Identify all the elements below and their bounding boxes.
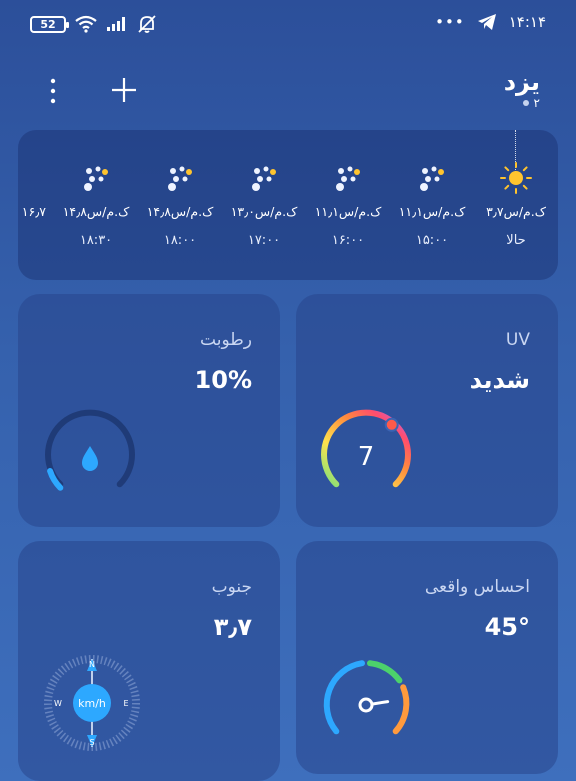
header: یزد ۲ <box>0 60 576 120</box>
feels-like-mild-arc <box>367 660 403 684</box>
hourly-item: ۱۱٫۱ک.م/س ۱۵:۰۰ <box>390 160 474 248</box>
hourly-item: ۱۴٫۸ک.م/س ۱۸:۰۰ <box>138 160 222 248</box>
hourly-wind-speed: ۳٫۷ک.م/س <box>486 204 546 219</box>
sun-icon <box>474 160 558 196</box>
hourly-time: ۱۷:۰۰ <box>247 233 281 248</box>
hourly-item: ۳٫۷ک.م/س حالا <box>474 160 558 248</box>
night-partly-icon <box>222 160 306 196</box>
hourly-item: ۱۶٫۷ <box>18 160 54 219</box>
compass-e: E <box>123 699 128 708</box>
hourly-wind-speed: ۱۴٫۸ک.م/س <box>62 204 130 219</box>
night-partly-icon <box>306 160 390 196</box>
page-dot <box>522 100 529 106</box>
uv-card[interactable]: UV شدید 7 <box>296 294 558 527</box>
uv-title: UV <box>505 330 530 350</box>
more-dots: ••• <box>435 13 465 31</box>
hourly-wind-speed: ۱۳٫۰ک.م/س <box>230 204 298 219</box>
water-drop-icon <box>82 446 98 471</box>
more-vertical-icon <box>50 78 56 104</box>
city-pager: ۲ <box>522 96 540 110</box>
wind-speed-value: ۳٫۷ <box>213 613 252 641</box>
night-partly-icon <box>54 160 138 196</box>
compass-n: N <box>89 660 95 669</box>
hourly-forecast[interactable]: ۳٫۷ک.م/س حالا ۱۱٫۱ک.م/س ۱۵:۰۰ ۱۱٫۱ک.م/س … <box>18 130 558 280</box>
compass-w: W <box>54 699 62 708</box>
feels-like-card[interactable]: احساس واقعی 45° <box>296 541 558 774</box>
humidity-value: 10% <box>194 366 252 394</box>
telegram-icon <box>477 14 496 30</box>
hourly-time: ۱۶:۰۰ <box>331 233 365 248</box>
uv-gauge: 7 <box>321 409 411 488</box>
add-city-button[interactable] <box>106 72 142 108</box>
feels-like-needle <box>358 697 390 713</box>
uv-value: شدید <box>469 366 530 394</box>
city-index: ۲ <box>533 96 540 110</box>
uv-index: 7 <box>358 442 375 472</box>
status-right: ••• ۱۴:۱۴ <box>435 13 546 31</box>
hourly-wind-speed: ۱۱٫۱ک.م/س <box>314 204 382 219</box>
menu-button[interactable] <box>38 74 68 108</box>
hourly-item: ۱۴٫۸ک.م/س ۱۸:۳۰ <box>54 160 138 248</box>
hourly-item: ۱۳٫۰ک.م/س ۱۷:۰۰ <box>222 160 306 248</box>
night-partly-icon <box>138 160 222 196</box>
hourly-wind-speed: ۱۶٫۷ <box>21 204 46 219</box>
muted-notification-icon <box>138 15 156 33</box>
compass: N S W E km/h <box>44 655 140 751</box>
humidity-gauge <box>45 409 135 491</box>
compass-s: S <box>89 738 94 747</box>
feels-like-cold-arc <box>323 660 365 735</box>
plus-icon <box>112 78 136 102</box>
feels-like-value: 45° <box>484 613 530 641</box>
status-left: 52 <box>30 14 158 34</box>
hourly-time: ۱۸:۳۰ <box>79 233 113 248</box>
wifi-icon <box>75 15 97 33</box>
hourly-item: ۱۱٫۱ک.م/س ۱۶:۰۰ <box>306 160 390 248</box>
hourly-time: ۱۸:۰۰ <box>163 233 197 248</box>
hourly-time: حالا <box>506 233 526 248</box>
humidity-card[interactable]: رطوبت 10% <box>18 294 280 527</box>
feels-like-gauge <box>323 660 410 735</box>
wind-unit: km/h <box>78 697 106 710</box>
uv-indicator <box>384 417 399 432</box>
battery-icon: 52 <box>30 15 69 33</box>
clock: ۱۴:۱۴ <box>508 13 546 31</box>
city-name[interactable]: یزد <box>504 68 540 96</box>
night-partly-icon <box>390 160 474 196</box>
wind-card[interactable]: جنوب ۳٫۷ N S W E km/h <box>18 541 280 781</box>
status-bar: 52 ••• ۱۴:۱۴ <box>0 0 576 50</box>
humidity-title: رطوبت <box>200 330 252 350</box>
feels-like-hot-arc <box>392 684 410 735</box>
battery-level: 52 <box>40 17 56 31</box>
hourly-wind-speed: ۱۱٫۱ک.م/س <box>398 204 466 219</box>
feels-like-title: احساس واقعی <box>424 577 530 597</box>
signal-icon <box>107 17 125 31</box>
hourly-wind-speed: ۱۴٫۸ک.م/س <box>146 204 214 219</box>
wind-direction-title: جنوب <box>211 577 252 597</box>
hourly-time: ۱۵:۰۰ <box>415 233 449 248</box>
